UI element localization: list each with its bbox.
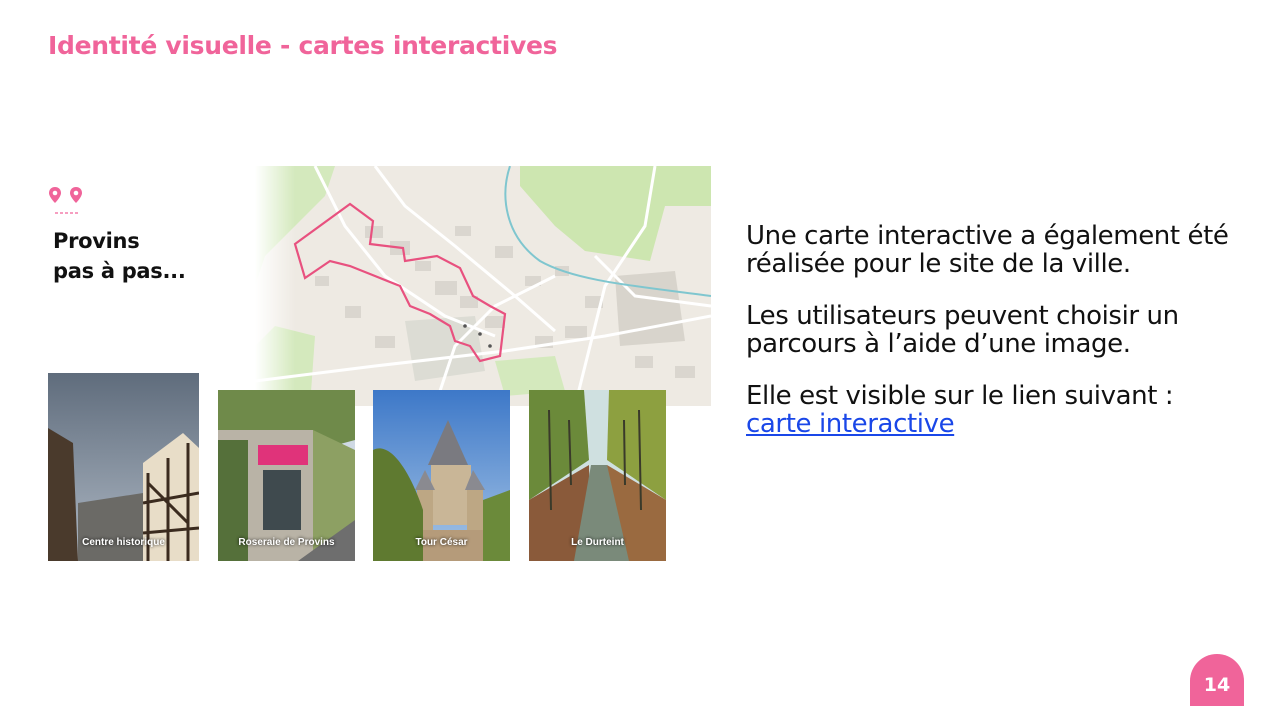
page-number: 14 — [1190, 654, 1244, 706]
paragraph-2: Les utilisateurs peuvent choisir un parc… — [746, 301, 1179, 359]
map-pin-icon — [49, 187, 61, 203]
photo-roseraie[interactable]: Roseraie de Provins — [218, 390, 355, 561]
brand-line-1: Provins — [53, 229, 140, 253]
link-intro: Elle est visible sur le lien suivant : — [746, 381, 1174, 411]
slide-title: Identité visuelle - cartes interactives — [48, 31, 558, 60]
brand-line-2: pas à pas... — [53, 259, 186, 283]
photo-le-durteint[interactable]: Le Durteint — [529, 390, 666, 561]
photo-tour-cesar[interactable]: Tour César — [373, 390, 510, 561]
photo-caption: Tour César — [415, 537, 468, 548]
brand-text: Provins pas à pas... — [53, 226, 186, 286]
interactive-map-link[interactable]: carte interactive — [746, 409, 955, 439]
map-pin-icon — [70, 187, 82, 203]
interactive-map[interactable] — [255, 166, 711, 406]
photo-caption: Centre historique — [82, 537, 165, 548]
paragraph-3: Elle est visible sur le lien suivant : ca… — [746, 382, 1246, 438]
paragraph-1: Une carte interactive a également été ré… — [746, 221, 1229, 279]
description-text: Une carte interactive a également été ré… — [746, 222, 1246, 462]
photo-caption: Le Durteint — [571, 537, 624, 548]
photo-centre-historique[interactable]: Centre historique — [48, 373, 199, 561]
map-pins-logo — [48, 186, 88, 216]
photo-caption: Roseraie de Provins — [238, 537, 335, 548]
